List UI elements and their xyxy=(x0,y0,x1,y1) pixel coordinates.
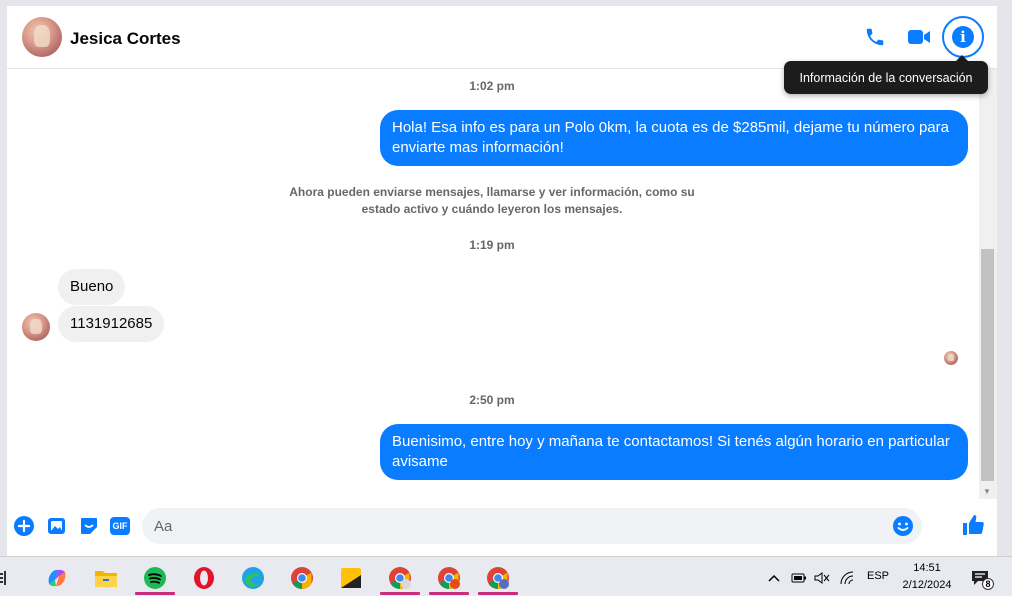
chat-window: Jesica Cortes i Información de la conver… xyxy=(7,6,997,556)
outgoing-message[interactable]: Buenisimo, entre hoy y mañana te contact… xyxy=(380,424,968,480)
clock-time: 14:51 xyxy=(913,562,941,574)
info-icon: i xyxy=(952,26,974,48)
browser-frame: Jesica Cortes i Información de la conver… xyxy=(0,0,1012,556)
video-call-icon[interactable] xyxy=(905,23,933,51)
chrome-profile-1-icon[interactable] xyxy=(380,561,420,595)
outgoing-message[interactable]: Hola! Esa info es para un Polo 0km, la c… xyxy=(380,110,968,166)
spotify-icon[interactable] xyxy=(135,561,175,595)
opera-icon[interactable] xyxy=(184,561,224,595)
contact-name[interactable]: Jesica Cortes xyxy=(70,29,181,49)
gif-icon[interactable]: GIF xyxy=(109,515,131,537)
chat-header: Jesica Cortes i xyxy=(7,6,997,69)
message-input[interactable]: Aa xyxy=(142,508,922,544)
message-composer: GIF Aa xyxy=(7,506,997,546)
file-explorer-icon[interactable] xyxy=(86,561,126,595)
clock-date: 2/12/2024 xyxy=(902,579,952,591)
conversation-info-tooltip: Información de la conversación xyxy=(784,55,988,94)
sticky-notes-icon[interactable] xyxy=(331,561,371,595)
photo-icon[interactable] xyxy=(46,515,68,537)
timestamp: 1:19 pm xyxy=(469,238,515,252)
system-notice: Ahora pueden enviarse mensajes, llamarse… xyxy=(289,185,695,216)
messages-scrollbar[interactable]: ▼ xyxy=(979,69,997,499)
chrome-profile-2-icon[interactable] xyxy=(429,561,469,595)
scrollbar-thumb[interactable] xyxy=(981,249,994,481)
chrome-icon[interactable] xyxy=(282,561,322,595)
copilot-icon[interactable] xyxy=(37,561,77,595)
system-clock[interactable]: 14:51 2/12/2024 xyxy=(895,560,959,594)
sender-avatar[interactable] xyxy=(22,313,50,341)
battery-icon[interactable] xyxy=(789,561,809,595)
spotify-active-indicator xyxy=(135,592,175,595)
scroll-down-arrow[interactable]: ▼ xyxy=(983,487,991,496)
notifications-icon[interactable]: 8 xyxy=(965,561,995,595)
chrome-profile-1-active-indicator xyxy=(380,592,420,595)
emoji-icon[interactable] xyxy=(892,515,914,537)
read-receipt-avatar xyxy=(944,351,958,365)
edge-icon[interactable] xyxy=(233,561,273,595)
input-language[interactable]: ESP xyxy=(867,570,889,582)
add-more-icon[interactable] xyxy=(13,515,35,537)
chrome-profile-2-active-indicator xyxy=(429,592,469,595)
message-placeholder: Aa xyxy=(154,518,173,535)
task-view-icon[interactable] xyxy=(0,561,14,595)
conversation-info-button[interactable]: i xyxy=(942,16,984,58)
contact-avatar[interactable] xyxy=(22,17,62,57)
incoming-message[interactable]: 1131912685 xyxy=(58,306,165,342)
show-hidden-icons-chevron-up-icon[interactable] xyxy=(765,561,783,595)
windows-taskbar: ESP 14:51 2/12/2024 8 xyxy=(0,556,1012,596)
wifi-icon[interactable] xyxy=(836,561,860,595)
gif-label: GIF xyxy=(110,517,130,535)
sticker-icon[interactable] xyxy=(78,515,100,537)
incoming-message[interactable]: Bueno xyxy=(58,269,126,305)
timestamp: 1:02 pm xyxy=(469,79,515,93)
volume-muted-icon[interactable] xyxy=(812,561,832,595)
chrome-profile-3-icon[interactable] xyxy=(478,561,518,595)
notification-count-badge: 8 xyxy=(982,578,994,590)
phone-call-icon[interactable] xyxy=(861,23,889,51)
chrome-profile-3-active-indicator xyxy=(478,592,518,595)
timestamp: 2:50 pm xyxy=(469,393,515,407)
like-thumbs-up-icon[interactable] xyxy=(960,512,986,538)
